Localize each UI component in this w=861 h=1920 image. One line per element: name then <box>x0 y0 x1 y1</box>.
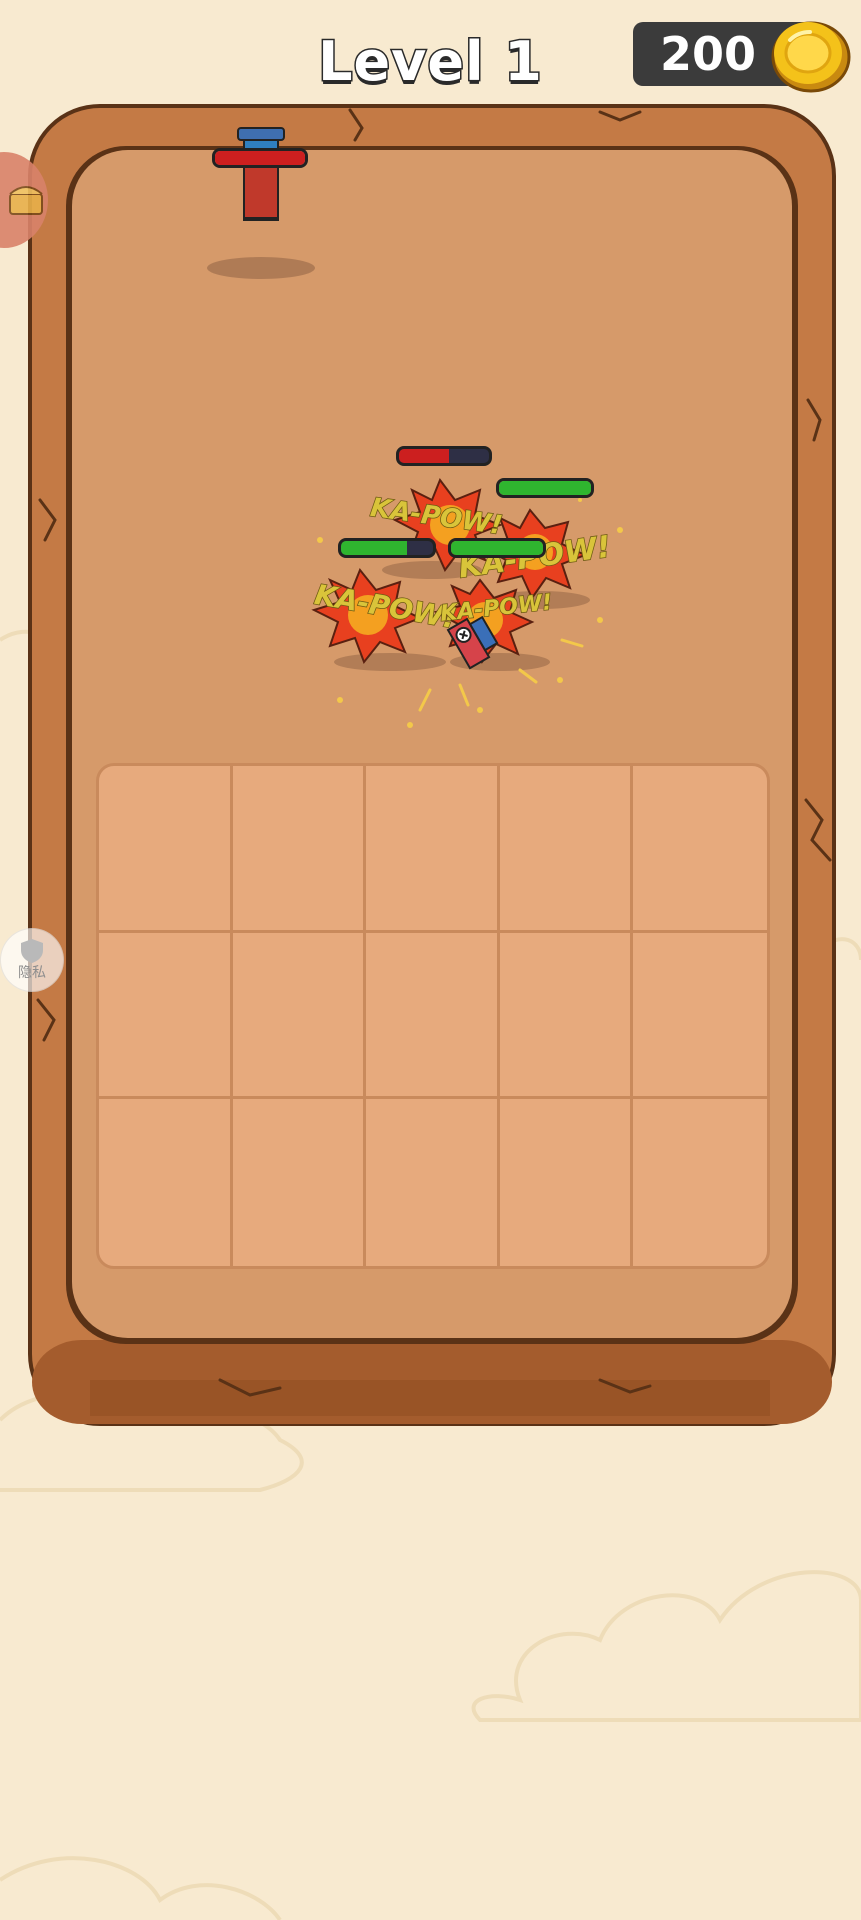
grid-cell[interactable] <box>633 933 767 1100</box>
coin-icon <box>771 21 851 93</box>
privacy-button[interactable] <box>0 928 64 992</box>
grid-cell[interactable] <box>99 1099 233 1266</box>
grid-cell[interactable] <box>366 932 500 1100</box>
grid-cell[interactable] <box>233 1099 367 1266</box>
enemy-health-fill <box>215 151 305 165</box>
enemy-health-bar <box>212 148 308 168</box>
grid-cell[interactable] <box>232 766 367 933</box>
ally-health-bar <box>448 538 546 558</box>
coin-count: 200 <box>659 27 757 81</box>
enemy-unit-top <box>200 120 330 280</box>
ally-health-fill <box>341 541 408 555</box>
shield-icon <box>21 939 43 963</box>
ally-health-fill <box>499 481 591 495</box>
enemy-shadow <box>207 127 315 279</box>
grid-cell[interactable] <box>366 1099 500 1266</box>
grid-cell[interactable] <box>499 766 634 933</box>
placement-grid <box>96 763 770 1269</box>
grid-cell[interactable] <box>232 932 367 1100</box>
grid-cell[interactable] <box>499 932 634 1100</box>
grid-cell[interactable] <box>633 766 767 933</box>
ally-health-fill <box>451 541 543 555</box>
battle-cluster: KA-POW! KA-POW! KA-POW! KA-POW! <box>300 440 640 740</box>
grid-cell[interactable] <box>500 1099 634 1266</box>
chest-icon <box>9 186 43 215</box>
enemy-health-fill <box>399 449 449 463</box>
enemy-health-bar <box>396 446 492 466</box>
ally-health-bar <box>338 538 436 558</box>
ally-health-bar <box>496 478 594 498</box>
grid-cell[interactable] <box>633 1099 767 1266</box>
grid-cell[interactable] <box>99 932 233 1100</box>
grid-cell[interactable] <box>366 766 500 933</box>
grid-cell[interactable] <box>99 766 233 933</box>
privacy-label: 隐私 <box>18 965 46 981</box>
